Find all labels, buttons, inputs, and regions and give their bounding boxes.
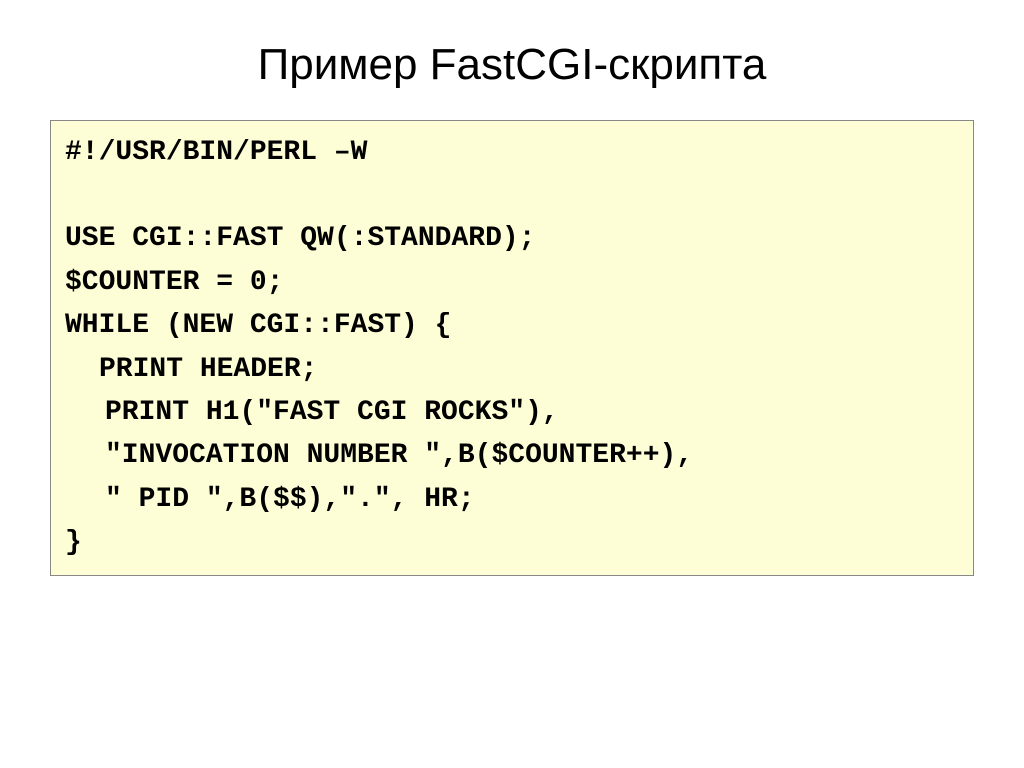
slide-title: Пример FastCGI-скрипта [50, 40, 974, 90]
code-line: "Invocation number ",b($counter++), [65, 434, 959, 477]
code-line: $counter = 0; [65, 261, 959, 304]
code-block: #!/usr/bin/perl –w use CGI::Fast qw(:sta… [50, 120, 974, 576]
code-line: " PID ",b($$),".", hr; [65, 478, 959, 521]
blank-line [65, 174, 959, 217]
code-line: while (new CGI::Fast) { [65, 304, 959, 347]
code-line: print header; [65, 348, 959, 391]
code-line: use CGI::Fast qw(:standard); [65, 217, 959, 260]
code-line: } [65, 521, 959, 564]
code-line: #!/usr/bin/perl –w [65, 131, 959, 174]
code-line: print h1("Fast CGI Rocks"), [65, 391, 959, 434]
